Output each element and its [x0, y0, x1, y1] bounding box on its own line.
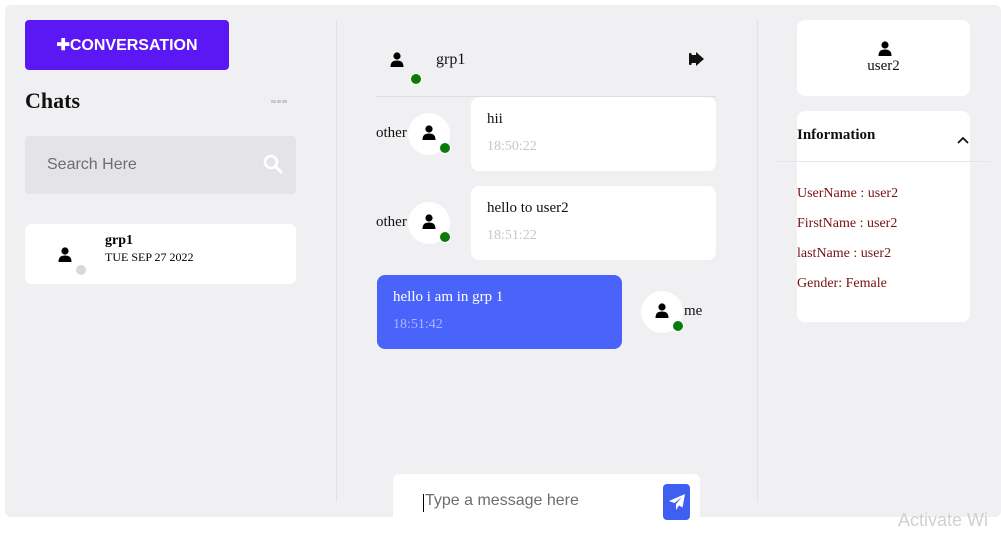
status-indicator: [75, 264, 87, 276]
message-text: hello to user2: [487, 200, 569, 216]
message-row: other hii 18:50:22: [376, 97, 716, 171]
logout-icon[interactable]: [689, 51, 705, 72]
info-lastname: lastName : user2: [797, 246, 892, 261]
message-sender: other: [376, 214, 407, 230]
avatar: [386, 50, 422, 85]
user-icon: [655, 303, 669, 318]
avatar: [641, 291, 684, 333]
chevron-up-icon[interactable]: [957, 131, 969, 149]
message-sender: me: [684, 303, 703, 319]
message-text: hello i am in grp 1: [393, 289, 504, 305]
message-bubble: hello to user2 18:51:22: [471, 186, 716, 260]
chat-name: grp1: [105, 233, 133, 248]
activation-watermark: Activate Wi: [898, 510, 989, 530]
chat-date: TUE SEP 27 2022: [105, 250, 194, 264]
conversation-title: grp1: [436, 51, 466, 68]
search-box: [25, 136, 296, 194]
user-icon: [422, 214, 436, 229]
divider: [336, 20, 337, 502]
search-input[interactable]: [45, 155, 249, 175]
divider: [757, 20, 758, 502]
user-icon: [878, 41, 892, 56]
search-icon[interactable]: [263, 154, 283, 179]
user-icon: [58, 247, 72, 262]
profile-card: user2: [797, 20, 970, 96]
message-bubble-outgoing: hello i am in grp 1 18:51:42: [377, 275, 622, 349]
divider: [777, 161, 990, 162]
info-username: UserName : user2: [797, 186, 899, 201]
message-composer: [393, 474, 700, 534]
information-title: Information: [797, 127, 876, 143]
message-input[interactable]: [423, 491, 647, 511]
new-conversation-button[interactable]: ✚CONVERSATION: [25, 20, 229, 70]
information-panel: Information UserName : user2 FirstName :…: [797, 111, 970, 322]
info-firstname: FirstName : user2: [797, 216, 898, 231]
avatar: [51, 241, 87, 276]
message-time: 18:51:22: [487, 228, 537, 243]
message-sender: other: [376, 125, 407, 141]
status-indicator: [410, 73, 422, 85]
status-indicator: [439, 231, 451, 243]
status-indicator: [672, 320, 684, 332]
message-text: hii: [487, 111, 503, 127]
chat-list-item[interactable]: grp1 TUE SEP 27 2022: [25, 224, 296, 284]
chats-title: Chats: [25, 88, 81, 113]
avatar: [408, 113, 451, 155]
conversation-header: grp1: [376, 40, 716, 97]
user-icon: [390, 52, 404, 67]
status-indicator: [439, 142, 451, 154]
user-icon: [422, 125, 436, 140]
message-row: other hello to user2 18:51:22: [376, 186, 716, 260]
message-time: 18:51:42: [393, 317, 443, 332]
message-bubble: hii 18:50:22: [471, 97, 716, 171]
avatar: [408, 202, 451, 244]
send-button[interactable]: [663, 484, 690, 520]
more-options-icon[interactable]: [271, 100, 288, 104]
info-gender: Gender: Female: [797, 276, 887, 291]
profile-username: user2: [867, 58, 900, 74]
message-time: 18:50:22: [487, 139, 537, 154]
send-icon: [668, 494, 685, 510]
